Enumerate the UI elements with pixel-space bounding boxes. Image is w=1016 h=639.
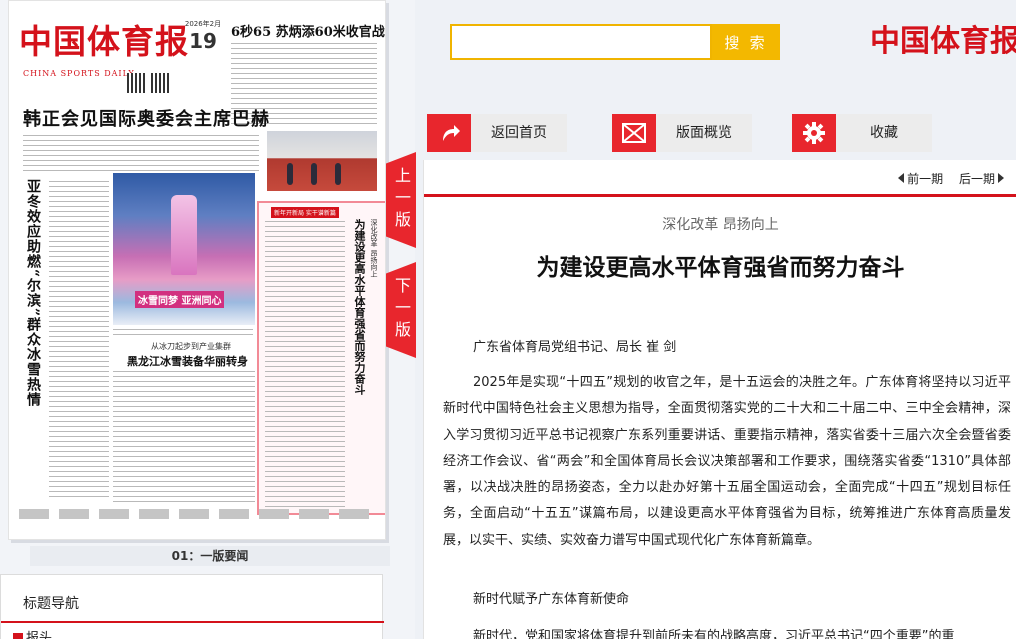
return-arrow-icon (427, 114, 471, 152)
text-column (113, 371, 255, 505)
sub-caption: 从冰刀起步到产业集群 (151, 342, 231, 351)
article-title: 为建设更高水平体育强省而努力奋斗 (536, 255, 905, 281)
title-navigation: 标题导航 报头 (0, 574, 384, 639)
issue-date: 2026年2月 19 (181, 19, 225, 53)
highlight-headline: 为建设更高水平体育强省而努力奋斗 (353, 219, 366, 395)
newspaper-masthead: 中国体育报 (19, 22, 189, 61)
highlight-tag: 新年开新局 实干谱新篇 (271, 207, 339, 218)
envelope-icon (612, 114, 656, 152)
newspaper-pane: 中国体育报 CHINA SPORTS DAILY 2026年2月 19 6秒65… (0, 0, 415, 639)
search-input[interactable] (450, 24, 712, 60)
sprint-race-photo[interactable] (267, 131, 377, 191)
home-button[interactable]: 返回首页 (427, 114, 567, 152)
search-bar: 搜 索 (450, 24, 780, 60)
favorite-label: 收藏 (870, 125, 898, 141)
issue-pager: 前一期 后一期 (886, 170, 1004, 187)
home-button-label: 返回首页 (491, 125, 547, 141)
site-logo[interactable]: 中国体育报 (870, 16, 1016, 60)
divider (424, 194, 1016, 197)
text-column (265, 221, 345, 507)
next-issue-link[interactable]: 后一期 (959, 172, 1004, 186)
sub-headline[interactable]: 黑龙江冰雪装备华丽转身 (127, 353, 248, 369)
article-author: 广东省体育局党组书记、局长 崔 剑 (473, 340, 677, 355)
favorite-button[interactable]: 收藏 (792, 114, 932, 152)
newspaper-masthead-en: CHINA SPORTS DAILY (23, 69, 135, 78)
issue-date-line: 2026年2月 (184, 20, 222, 28)
newspaper-page-thumbnail[interactable]: 中国体育报 CHINA SPORTS DAILY 2026年2月 19 6秒65… (8, 0, 386, 540)
page-overview-button[interactable]: 版面概览 (612, 114, 752, 152)
title-nav-item[interactable]: 报头 (13, 627, 52, 639)
highlight-kicker: 深化改革 昂扬向上 (370, 219, 378, 278)
article-subheading: 新时代赋予广东体育新使命 (473, 592, 630, 607)
text-column (23, 135, 259, 175)
photo-sign: 冰雪同梦 亚洲同心 (135, 291, 225, 308)
previous-page-tab[interactable]: 上一版 (386, 152, 416, 248)
divider (1, 621, 384, 623)
page-caption: 01：一版要闻 (30, 546, 390, 566)
search-button[interactable]: 搜 索 (712, 24, 780, 60)
photo-caption-lines (113, 329, 253, 337)
main-headline[interactable]: 韩正会见国际奥委会主席巴赫 (23, 105, 270, 131)
qr-code-icon (151, 73, 171, 93)
gear-icon (792, 114, 836, 152)
vertical-headline[interactable]: 亚冬效应助燃“尔滨”群众冰雪热情 (25, 179, 43, 407)
title-navigation-heading: 标题导航 (23, 596, 79, 612)
article-paragraph: 2025年是实现“十四五”规划的收官之年，是十五运会的决胜之年。广东体育将坚持以… (443, 375, 1011, 548)
runner-figure (311, 163, 317, 185)
selected-article-highlight[interactable]: 新年开新局 实干谱新篇 为建设更高水平体育强省而努力奋斗 深化改革 昂扬向上 (257, 201, 385, 515)
issue-day: 19 (189, 29, 217, 53)
runner-figure (287, 163, 293, 185)
text-column (49, 181, 109, 501)
article-kicker: 深化改革 昂扬向上 (662, 217, 779, 233)
page-footer-strip (19, 509, 377, 519)
top-headline[interactable]: 6秒65 苏炳添60米收官战摘金 (231, 21, 385, 40)
next-page-tab[interactable]: 下一版 (386, 262, 416, 358)
previous-issue-link[interactable]: 前一期 (898, 172, 943, 186)
qr-code-icon (127, 73, 147, 93)
article-paragraph: 新时代，党和国家将体育提升到前所未有的战略高度，习近平总书记“四个重要”的重 (473, 629, 955, 639)
runner-figure (335, 163, 341, 185)
ice-tower (171, 195, 197, 275)
ice-festival-photo[interactable]: 冰雪同梦 亚洲同心 (113, 173, 255, 325)
page-overview-label: 版面概览 (676, 125, 732, 141)
article-panel: 前一期 后一期 深化改革 昂扬向上 为建设更高水平体育强省而努力奋斗 广东省体育… (423, 160, 1016, 639)
